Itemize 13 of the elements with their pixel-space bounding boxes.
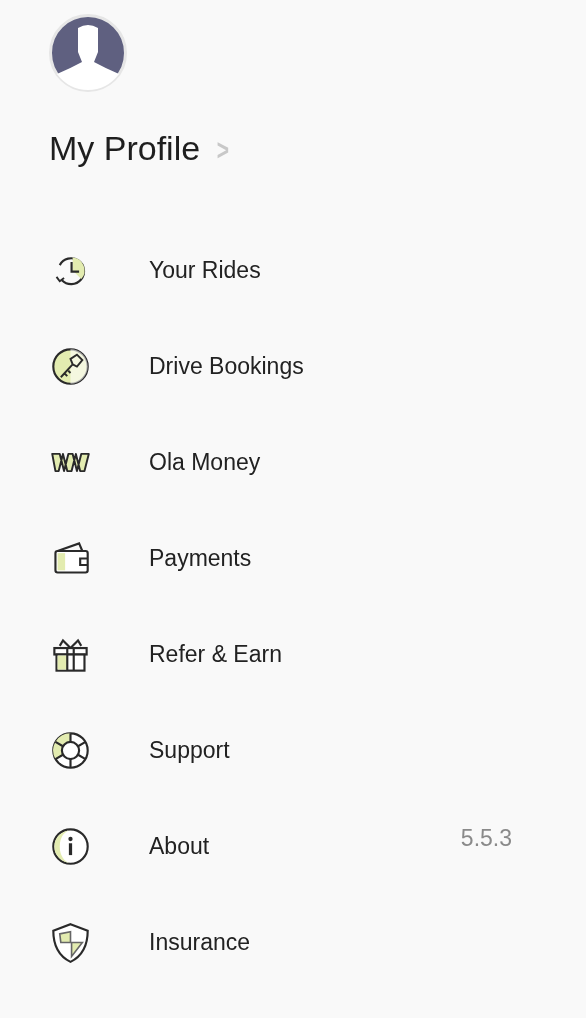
menu-item[interactable]: Drive Bookings xyxy=(49,336,304,396)
menu-item[interactable]: Refer & Earn xyxy=(49,624,282,684)
profile-title[interactable]: My Profile xyxy=(49,128,201,168)
avatar-icon[interactable] xyxy=(49,14,127,92)
shield-icon xyxy=(49,920,92,964)
menu-item[interactable]: About xyxy=(49,816,210,876)
chevron-icon: > xyxy=(216,133,230,167)
menu-item[interactable]: Insurance xyxy=(49,912,250,972)
menu-item[interactable]: Support xyxy=(49,720,230,780)
menu-item[interactable]: Ola Money xyxy=(49,432,261,492)
version-number: 5.5.3 xyxy=(460,824,512,852)
menu-item[interactable]: Payments xyxy=(49,528,252,588)
menu-item[interactable]: Your Rides xyxy=(49,240,261,300)
